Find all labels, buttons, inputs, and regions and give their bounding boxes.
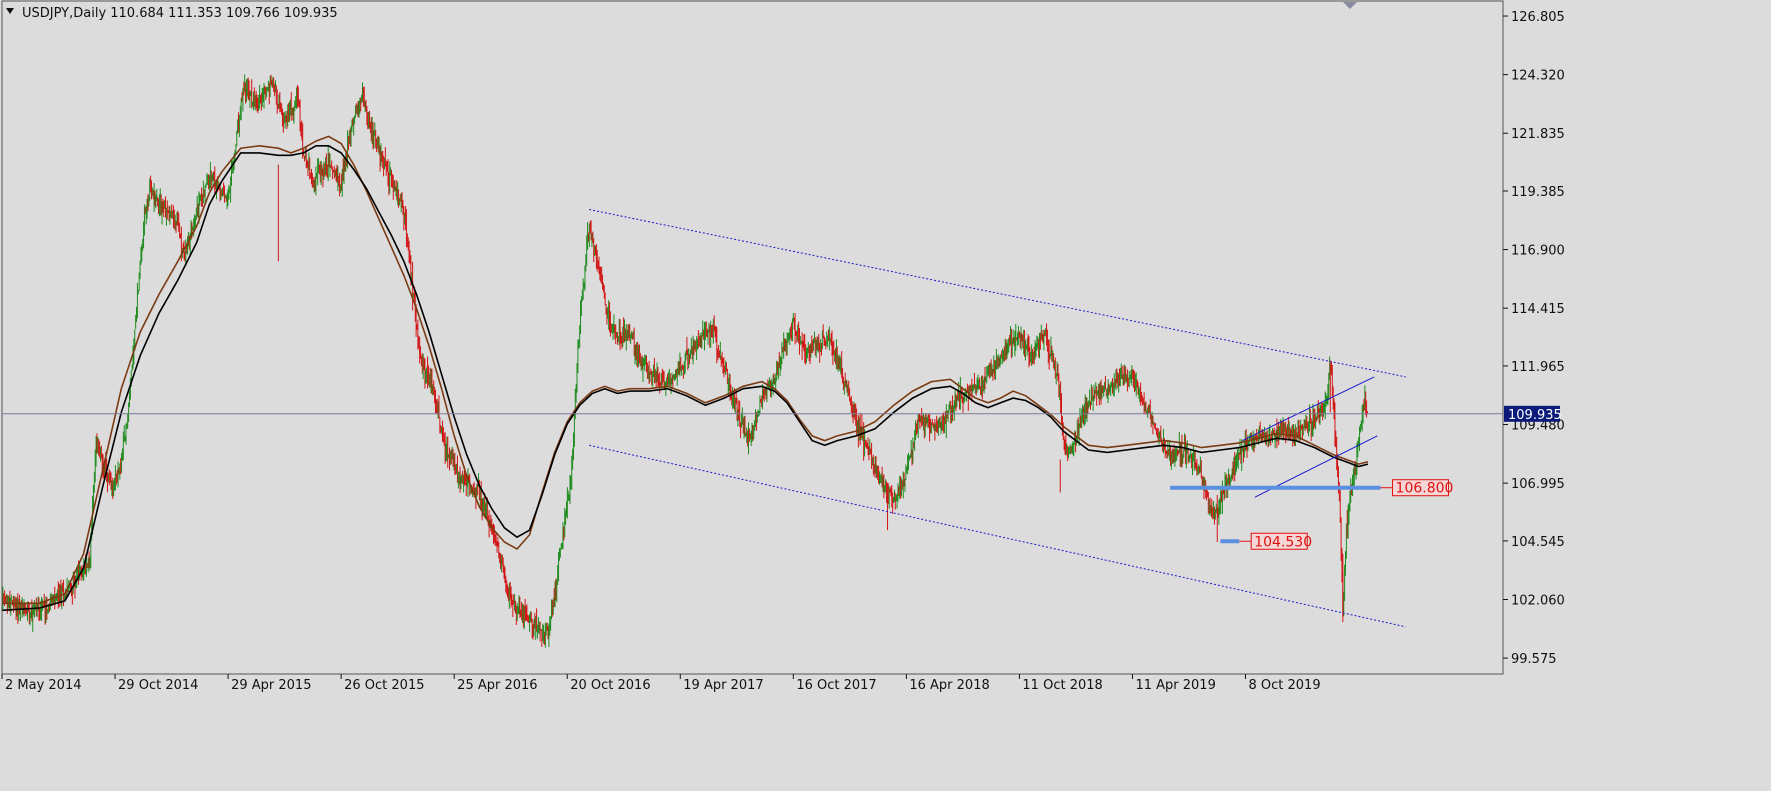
x-tick-label: 2 May 2014: [5, 678, 82, 693]
y-tick-label: 111.965: [1511, 360, 1565, 375]
x-tick-label: 19 Apr 2017: [683, 678, 763, 693]
y-tick-label: 121.835: [1511, 127, 1565, 142]
level-label: 104.530: [1254, 534, 1312, 550]
x-tick-label: 29 Oct 2014: [118, 678, 198, 693]
x-tick-label: 20 Oct 2016: [570, 678, 650, 693]
chart-menu-arrow-icon[interactable]: [6, 8, 14, 14]
y-tick-label: 99.575: [1511, 652, 1557, 667]
y-tick-label: 126.805: [1511, 10, 1565, 25]
candles-group: [1, 74, 1368, 648]
current-price-label: 109.935: [1508, 408, 1562, 423]
y-tick-label: 116.900: [1511, 244, 1565, 259]
y-tick-label: 114.415: [1511, 302, 1565, 317]
chart-window[interactable]: 106.800 104.530 126.805 124.320 121.835 119.…: [0, 0, 1771, 791]
moving-average-line: [1, 145, 1369, 612]
x-tick-label: 8 Oct 2019: [1249, 678, 1321, 693]
x-tick-label: 26 Oct 2015: [344, 678, 424, 693]
y-tick-label: 124.320: [1511, 69, 1565, 84]
upper-channel-line[interactable]: [589, 209, 1406, 378]
y-tick-label: 102.060: [1511, 593, 1565, 608]
price-chart[interactable]: 106.800 104.530 126.805 124.320 121.835 119.…: [0, 0, 1771, 791]
y-tick-label: 106.995: [1511, 477, 1565, 492]
level-label: 106.800: [1396, 481, 1454, 497]
x-tick-label: 29 Apr 2015: [231, 678, 311, 693]
x-tick-label: 16 Oct 2017: [796, 678, 876, 693]
y-tick-label: 104.545: [1511, 535, 1565, 550]
plot-frame: [1, 0, 1504, 675]
y-tick-label: 119.385: [1511, 185, 1565, 200]
chart-shift-icon[interactable]: [1343, 2, 1357, 9]
x-tick-label: 25 Apr 2016: [457, 678, 537, 693]
x-tick-label: 16 Apr 2018: [909, 678, 989, 693]
x-tick-label: 11 Apr 2019: [1135, 678, 1215, 693]
chart-title: USDJPY,Daily 110.684 111.353 109.766 109…: [22, 6, 338, 21]
x-tick-label: 11 Oct 2018: [1022, 678, 1102, 693]
